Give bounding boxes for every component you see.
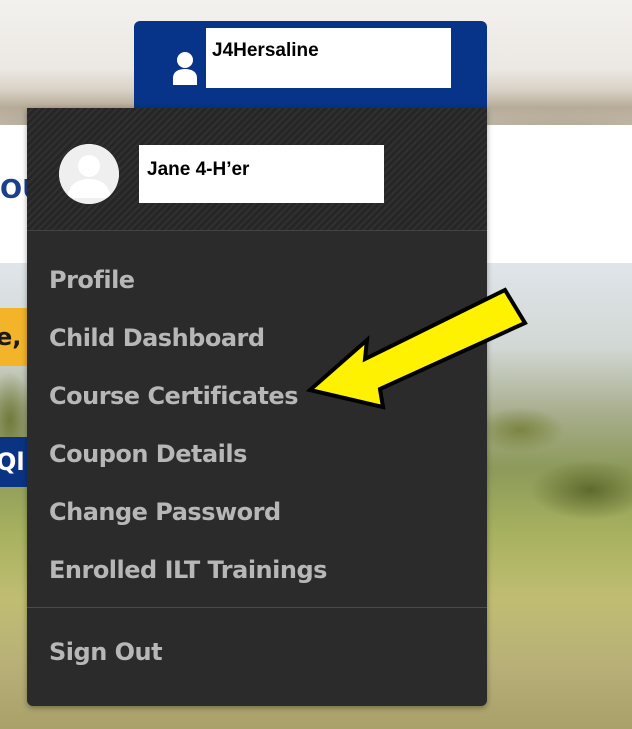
dropdown-header: Jane 4-H’er	[27, 108, 487, 231]
page-button-fragment[interactable]: Ql	[0, 437, 28, 487]
arrow-icon	[305, 287, 528, 410]
menu-item-coupon-details[interactable]: Coupon Details	[27, 430, 487, 488]
avatar-placeholder-icon	[59, 144, 119, 204]
sign-out-button[interactable]: Sign Out	[49, 628, 163, 676]
user-icon	[173, 52, 197, 85]
user-menu-toggle[interactable]: J4Hersaline	[134, 21, 487, 120]
arrow-shape	[305, 287, 528, 410]
page-heading-fragment: OU	[0, 175, 28, 205]
page-banner-fragment: e,	[0, 308, 28, 366]
username-label: J4Hersaline	[206, 28, 451, 88]
menu-item-enrolled-ilt-trainings[interactable]: Enrolled ILT Trainings	[27, 546, 487, 604]
menu-divider	[27, 607, 487, 608]
avatar	[59, 144, 119, 204]
display-name: Jane 4-H’er	[139, 145, 384, 203]
menu-item-change-password[interactable]: Change Password	[27, 488, 487, 546]
